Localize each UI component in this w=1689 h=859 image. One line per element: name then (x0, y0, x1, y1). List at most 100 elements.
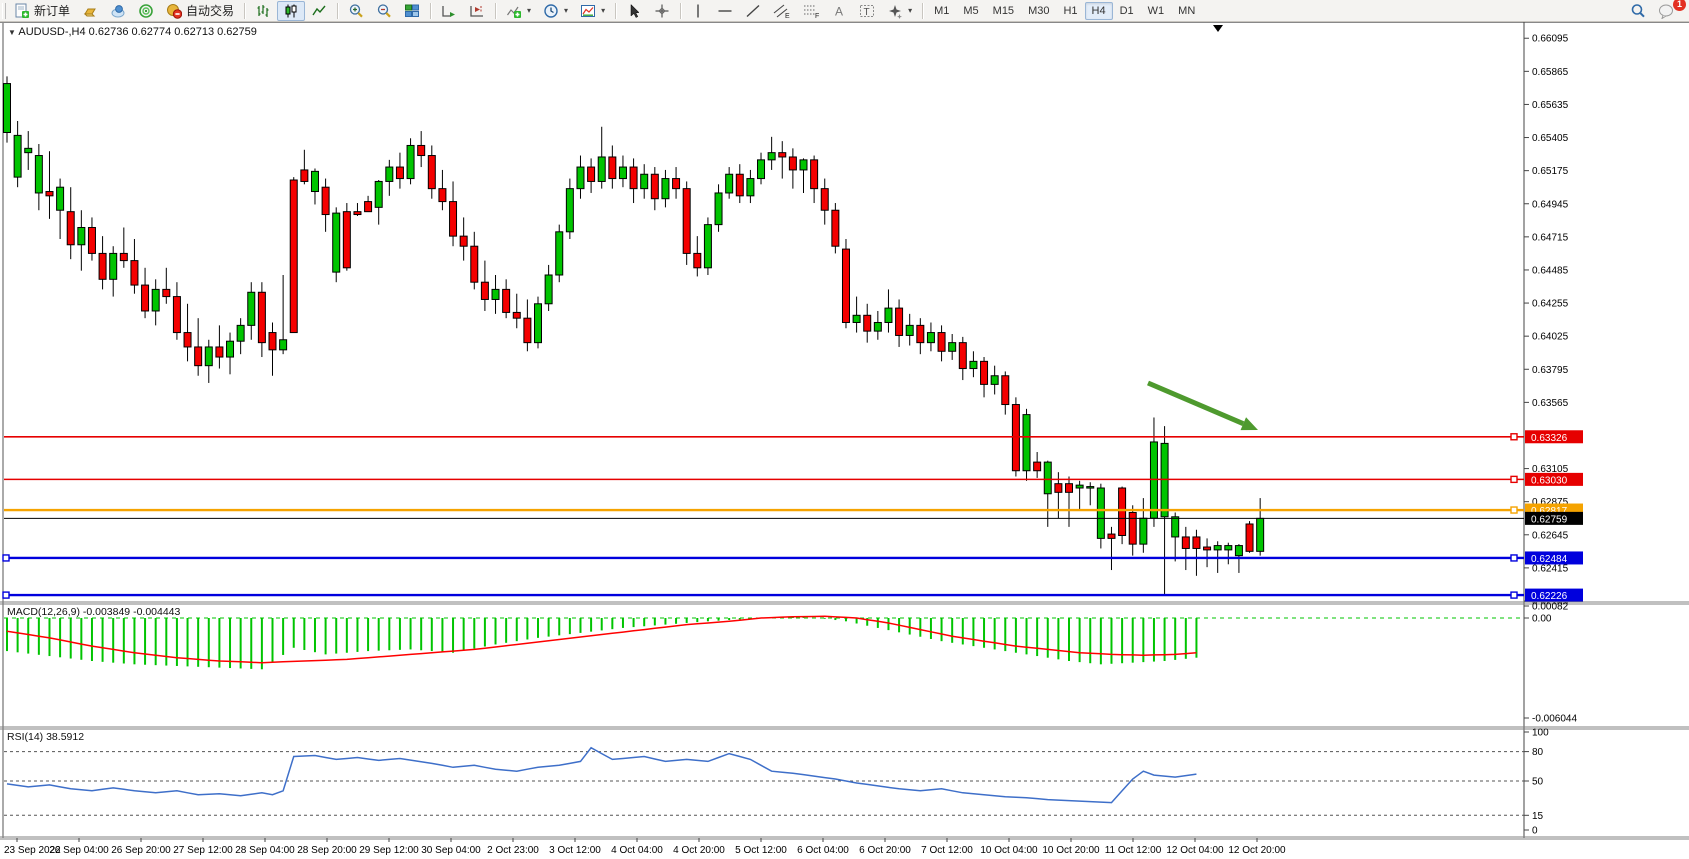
candle-body (1087, 487, 1094, 489)
charts-button[interactable] (104, 1, 132, 21)
candle-body (726, 174, 733, 193)
candle-body (832, 210, 839, 246)
price-label-text-support-lower: 0.62226 (1531, 591, 1568, 602)
time-axis-label: 3 Oct 12:00 (549, 845, 601, 856)
templates-dropdown-caret[interactable]: ▾ (601, 6, 605, 15)
zoom-out-button[interactable] (370, 1, 398, 21)
fibonacci-button[interactable]: F (797, 1, 827, 21)
price-axis-tick-label: 0.64715 (1532, 232, 1569, 243)
bar-chart-button[interactable] (249, 1, 277, 21)
templates-button[interactable]: ▾ (574, 1, 611, 21)
auto-scroll-button[interactable] (435, 1, 463, 21)
arrows-dropdown-caret[interactable]: ▾ (908, 6, 912, 15)
timeframe-h4-button[interactable]: H4 (1085, 2, 1113, 20)
candle-body (88, 227, 95, 253)
candle-body (1002, 376, 1009, 405)
rsi-axis-label: 100 (1532, 728, 1549, 739)
chart-canvas[interactable]: 0.660950.658650.656350.654050.651750.649… (0, 0, 1689, 859)
candle-body (35, 156, 42, 193)
candle-body (1214, 546, 1221, 550)
timeframe-mn-button[interactable]: MN (1171, 2, 1202, 20)
chart-window-icon (110, 3, 126, 19)
candle-body (577, 167, 584, 189)
zoom-in-button[interactable] (342, 1, 370, 21)
candle-body (1257, 518, 1264, 551)
text-button[interactable]: A (827, 1, 853, 21)
zoom-in-icon (348, 3, 364, 19)
line-chart-button[interactable] (305, 1, 333, 21)
time-axis-label: 28 Sep 20:00 (297, 845, 357, 856)
candle-body (736, 174, 743, 196)
periods-dropdown-caret[interactable]: ▾ (564, 6, 568, 15)
chart-shift-icon (469, 3, 485, 19)
indicators-button[interactable]: ▾ (500, 1, 537, 21)
auto-scroll-icon (441, 3, 457, 19)
arrows-button[interactable]: ▾ (881, 1, 918, 21)
chart-shift-button[interactable] (463, 1, 491, 21)
tile-windows-button[interactable] (398, 1, 426, 21)
horizontal-line-icon (717, 3, 733, 19)
candle-body (290, 180, 297, 333)
signals-button[interactable] (132, 1, 160, 21)
main-toolbar: 新订单 自动 (0, 0, 1689, 22)
candle-body (800, 160, 807, 170)
timeframe-m30-button[interactable]: M30 (1021, 2, 1056, 20)
candle-body (588, 167, 595, 181)
timeframe-w1-button[interactable]: W1 (1141, 2, 1172, 20)
horizontal-line-button[interactable] (711, 1, 739, 21)
timeframe-m5-button[interactable]: M5 (956, 2, 985, 20)
candle-body (492, 289, 499, 299)
toolbar-separator (430, 3, 431, 19)
price-line-handle-support-lower[interactable] (3, 592, 9, 598)
candle-body (619, 167, 626, 179)
candle-body (195, 347, 202, 366)
candle-body (14, 135, 21, 177)
candle-body (396, 167, 403, 179)
time-axis-label: 26 Sep 04:00 (49, 845, 109, 856)
timeframe-h1-button[interactable]: H1 (1056, 2, 1084, 20)
equidistant-channel-button[interactable]: E (767, 1, 797, 21)
candle-body (142, 285, 149, 311)
timeframe-m1-button[interactable]: M1 (927, 2, 956, 20)
price-label-text-bid-line: 0.62759 (1531, 514, 1568, 525)
price-line-handle-support-upper[interactable] (3, 555, 9, 561)
trendline-button[interactable] (739, 1, 767, 21)
candlestick-icon (283, 3, 299, 19)
new-order-button[interactable]: 新订单 (8, 1, 76, 21)
timeframe-d1-button[interactable]: D1 (1113, 2, 1141, 20)
price-line-handle-support-lower[interactable] (1511, 592, 1517, 598)
price-line-handle-support-upper[interactable] (1511, 555, 1517, 561)
price-axis-tick-label: 0.62645 (1532, 530, 1569, 541)
time-axis-label: 11 Oct 12:00 (1105, 845, 1162, 856)
candle-body (651, 174, 658, 198)
notification-badge: 1 (1673, 0, 1686, 11)
symbol-dropdown-icon[interactable]: ▼ (8, 28, 16, 37)
candle-body (481, 282, 488, 299)
search-button[interactable] (1624, 1, 1652, 21)
autotrading-button[interactable]: 自动交易 (160, 1, 240, 21)
indicators-icon (506, 3, 522, 19)
cursor-button[interactable] (620, 1, 648, 21)
price-line-handle-resistance-lower[interactable] (1511, 476, 1517, 482)
market-watch-button[interactable] (76, 1, 104, 21)
notifications-button[interactable]: 1 (1652, 1, 1681, 21)
price-line-handle-resistance-upper[interactable] (1511, 434, 1517, 440)
candle-body (184, 333, 191, 347)
text-label-button[interactable]: T (853, 1, 881, 21)
time-axis-label: 6 Oct 04:00 (797, 845, 849, 856)
candlestick-chart-button[interactable] (277, 1, 305, 21)
price-line-handle-ask-line[interactable] (1511, 507, 1517, 513)
indicators-dropdown-caret[interactable]: ▾ (527, 6, 531, 15)
crosshair-button[interactable] (648, 1, 676, 21)
time-axis-label: 10 Oct 04:00 (980, 845, 1038, 856)
toolbar-separator (495, 3, 496, 19)
toolbar-grip[interactable] (2, 3, 6, 19)
candle-body (1023, 415, 1030, 471)
timeframe-m15-button[interactable]: M15 (986, 2, 1021, 20)
candle-body (747, 179, 754, 196)
vertical-line-button[interactable] (685, 1, 711, 21)
candle-body (131, 261, 138, 285)
time-axis-label: 12 Oct 20:00 (1228, 845, 1286, 856)
candle-body (683, 189, 690, 254)
periods-button[interactable]: ▾ (537, 1, 574, 21)
